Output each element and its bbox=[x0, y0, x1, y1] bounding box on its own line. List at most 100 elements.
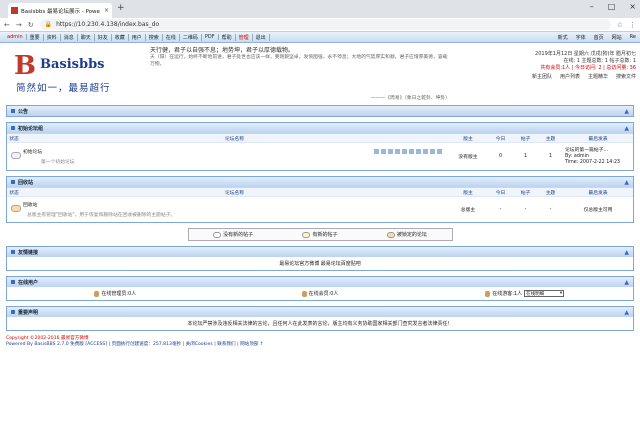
tool-icon[interactable] bbox=[409, 149, 414, 154]
close-window-icon[interactable]: × bbox=[629, 2, 636, 11]
legend-label: 没有新的帖子 bbox=[223, 232, 254, 238]
forum-today: 0 bbox=[498, 154, 503, 159]
nav-newstyle[interactable]: 新式 bbox=[558, 34, 568, 41]
col-status: 状态 bbox=[9, 190, 19, 196]
col-last: 最后发表 bbox=[588, 190, 608, 196]
disclaimer-section: 重要声明 ▲ 本论坛严禁涉及违反相关法律的言论，且任何人在此发表的言论，版主均有义… bbox=[6, 306, 634, 331]
nav-users[interactable]: 用户 bbox=[129, 33, 146, 41]
tool-icon[interactable] bbox=[402, 149, 407, 154]
bullet-icon bbox=[11, 280, 15, 284]
online-detail-select[interactable]: 在线明细 ▾ bbox=[524, 290, 565, 297]
address-bar[interactable]: 🔒 https://10.230.4.138/index.bas_do bbox=[39, 19, 611, 30]
col-posts: 帖子 bbox=[520, 190, 531, 196]
forum-tool-icons bbox=[374, 149, 442, 154]
tool-icon[interactable] bbox=[423, 149, 428, 154]
col-today: 今日 bbox=[495, 190, 506, 196]
link-searchfiles[interactable]: 搜索文件 bbox=[616, 74, 636, 81]
star-icon[interactable]: ☆ bbox=[617, 21, 623, 29]
column-header: 状态 论坛名称 版主 今日 帖子 主题 最后发表 bbox=[7, 133, 633, 142]
motto-line1: 天行健，君子以自强不息；地势坤，君子以厚德载物。 bbox=[150, 47, 295, 54]
online-guests: 在线游客:1人 bbox=[492, 291, 523, 297]
section-title[interactable]: 在线用户 ▲ bbox=[7, 277, 633, 287]
nav-important[interactable]: 重要 bbox=[27, 33, 44, 41]
nav-font[interactable]: 字体 bbox=[576, 34, 586, 41]
col-topics: 主题 bbox=[545, 190, 556, 196]
legend-has-new: 有新的帖子 bbox=[302, 231, 338, 238]
tool-icon[interactable] bbox=[437, 149, 442, 154]
nav-pdf[interactable]: PDF bbox=[202, 34, 219, 40]
forum-row: 回收站 总版主有管理"回收站"，用于恢复和删除站在回收被删除的主题帖子。 总版主… bbox=[7, 196, 633, 222]
minimize-icon[interactable]: – bbox=[590, 2, 594, 11]
new-tab-button[interactable]: + bbox=[117, 3, 125, 13]
forward-icon[interactable]: → bbox=[16, 21, 22, 29]
section-title[interactable]: 重要声明 ▲ bbox=[7, 307, 633, 317]
footer-powered[interactable]: Powered By BasisBBS 2.7.0 免费版 [ACCESS] |… bbox=[6, 342, 634, 348]
nav-re[interactable]: Re bbox=[630, 34, 636, 41]
tool-icon[interactable] bbox=[388, 149, 393, 154]
section-title[interactable]: 友情链接 ▲ bbox=[7, 247, 633, 257]
category-title: 回收站 bbox=[18, 179, 34, 186]
forum-name-link[interactable]: 初始论坛 bbox=[23, 148, 42, 155]
legend-no-new: 没有新的帖子 bbox=[213, 231, 253, 238]
nav-qrcode[interactable]: 二维码 bbox=[180, 33, 202, 41]
nav-home[interactable]: 首页 bbox=[594, 34, 604, 41]
close-tab-icon[interactable]: × bbox=[104, 7, 109, 14]
collapse-icon[interactable]: ▲ bbox=[624, 179, 629, 186]
link-userlist[interactable]: 用户列表 bbox=[560, 74, 580, 81]
links-title: 友情链接 bbox=[18, 249, 39, 256]
menu-icon[interactable]: ⋮ bbox=[629, 21, 636, 29]
nav-profile[interactable]: 资料 bbox=[44, 33, 61, 41]
nav-admin[interactable]: admin bbox=[4, 34, 27, 40]
online-summary: 在线管理员:0人 在线会员:0人 在线游客:1人 在线明细 ▾ bbox=[7, 287, 633, 300]
bullet-icon bbox=[11, 250, 15, 254]
forum-name-link[interactable]: 回收站 bbox=[23, 201, 446, 208]
browser-tabbar: Basisbbs 最易论坛展示 - Powe × + – □ × bbox=[0, 0, 640, 18]
url-text: https://10.230.4.138/index.bas_do bbox=[56, 21, 160, 28]
reload-icon[interactable]: ↻ bbox=[28, 21, 34, 29]
link-team[interactable]: 新主团队 bbox=[532, 74, 552, 81]
top-navigation: admin 重要 资料 消息 聊天 好友 收藏 用户 搜索 在线 二维码 PDF… bbox=[0, 32, 640, 43]
nav-online[interactable]: 在线 bbox=[163, 33, 180, 41]
new-posts-icon bbox=[302, 231, 311, 238]
nav-friends[interactable]: 好友 bbox=[95, 33, 112, 41]
forum-posts: - bbox=[524, 207, 527, 212]
section-title[interactable]: 公告 ▲ bbox=[7, 106, 633, 116]
motto: 天行健，君子以自强不息；地势坤，君子以厚德载物。 天（阳）在运行，始终不断地前进… bbox=[150, 47, 450, 101]
section-title[interactable]: 回收站 ▲ bbox=[7, 177, 633, 187]
collapse-icon[interactable]: ▲ bbox=[624, 125, 629, 132]
collapse-icon[interactable]: ▲ bbox=[624, 249, 629, 256]
bullet-icon bbox=[11, 126, 15, 130]
nav-favorites[interactable]: 收藏 bbox=[112, 33, 129, 41]
guest-user-icon bbox=[485, 290, 491, 297]
nav-chat[interactable]: 聊天 bbox=[78, 33, 95, 41]
nav-messages[interactable]: 消息 bbox=[61, 33, 78, 41]
tool-icon[interactable] bbox=[381, 149, 386, 154]
nav-help[interactable]: 帮助 bbox=[219, 33, 236, 41]
collapse-icon[interactable]: ▲ bbox=[624, 279, 629, 286]
section-title[interactable]: 初始论坛组 ▲ bbox=[7, 123, 633, 133]
tool-icon[interactable] bbox=[430, 149, 435, 154]
locked-forum-icon bbox=[11, 205, 21, 212]
tool-icon[interactable] bbox=[416, 149, 421, 154]
category-initial: 初始论坛组 ▲ 状态 论坛名称 版主 今日 帖子 主题 最后发表 初始论坛 第一个… bbox=[6, 122, 634, 171]
tool-icon[interactable] bbox=[395, 149, 400, 154]
lock-icon: 🔒 bbox=[44, 21, 53, 28]
tool-icon[interactable] bbox=[374, 149, 379, 154]
link-essence[interactable]: 主题精华 bbox=[588, 74, 608, 81]
nav-logout[interactable]: 退出 bbox=[253, 33, 270, 41]
nav-manage[interactable]: 管理 bbox=[236, 33, 253, 41]
col-forum: 论坛名称 bbox=[224, 136, 245, 142]
collapse-icon[interactable]: ▲ bbox=[624, 309, 629, 316]
nav-website[interactable]: 网站 bbox=[612, 34, 622, 41]
maximize-icon[interactable]: □ bbox=[608, 2, 616, 11]
forum-logo[interactable]: B Basisbbs 简然如一，最易超行 bbox=[14, 49, 124, 95]
nav-search[interactable]: 搜索 bbox=[146, 33, 163, 41]
legend-locked: 被锁定的论坛 bbox=[386, 231, 427, 238]
logo-name: Basisbbs bbox=[40, 57, 105, 72]
back-icon[interactable]: ← bbox=[4, 21, 10, 29]
motto-signature: ———《周易》（象日之乾卦、坤卦） bbox=[370, 96, 450, 101]
forum-moderator: 总版主 bbox=[460, 208, 476, 213]
collapse-icon[interactable]: ▲ bbox=[624, 108, 629, 115]
browser-tab[interactable]: Basisbbs 最易论坛展示 - Powe × bbox=[8, 3, 112, 18]
friend-links[interactable]: 最易论坛官方微博 最易论坛百度贴吧 bbox=[7, 257, 633, 270]
